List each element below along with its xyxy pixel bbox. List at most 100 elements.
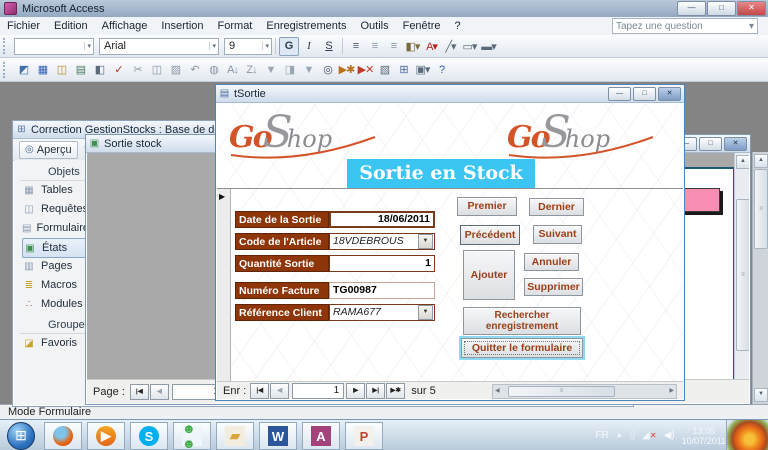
menu-fenetre[interactable]: Fenêtre — [396, 18, 448, 34]
scroll-thumb[interactable]: ≡ — [754, 169, 768, 249]
mdi-vertical-scrollbar[interactable]: ▲ ≡ ▼ — [752, 152, 768, 404]
apply-filter-icon[interactable]: ▼ — [299, 61, 318, 79]
form-close-button[interactable]: ✕ — [658, 87, 681, 101]
form-horizontal-scrollbar[interactable]: ◀ ≡ ▶ — [492, 384, 677, 399]
scroll-thumb[interactable]: ≡ — [736, 199, 749, 351]
new-object-icon[interactable]: ▣▾ — [413, 61, 432, 79]
menu-outils[interactable]: Outils — [353, 18, 395, 34]
skype-icon[interactable]: S — [130, 422, 168, 450]
sidebar-item-favoris[interactable]: ◪ Favoris — [22, 334, 92, 352]
minimize-button[interactable]: — — [677, 1, 706, 16]
prev-record-button[interactable]: ◀ — [270, 383, 289, 399]
line-color-icon[interactable]: ╱▾ — [441, 37, 460, 55]
align-left-icon[interactable]: ≡ — [346, 37, 365, 55]
sort-descending-icon[interactable]: Z↓ — [242, 61, 261, 79]
properties-icon[interactable]: ▧ — [375, 61, 394, 79]
print-preview-icon[interactable]: ◧ — [90, 61, 109, 79]
insert-hyperlink-icon[interactable]: ◍ — [204, 61, 223, 79]
report-close-button[interactable]: ✕ — [724, 137, 747, 151]
annuler-button[interactable]: Annuler — [524, 253, 579, 271]
menu-fichier[interactable]: Fichier — [0, 18, 47, 34]
report-vertical-scrollbar[interactable]: ▲ ≡ — [734, 153, 749, 379]
new-record-button[interactable]: ▶✱ — [386, 383, 405, 399]
menu-insertion[interactable]: Insertion — [154, 18, 210, 34]
delete-record-icon[interactable]: ▶✕ — [356, 61, 375, 79]
start-button[interactable]: ⊞ — [7, 422, 35, 450]
new-record-icon[interactable]: ▶✱ — [337, 61, 356, 79]
first-record-button[interactable]: |◀ — [250, 383, 269, 399]
border-width-icon[interactable]: ▭▾ — [460, 37, 479, 55]
sidebar-item-modules[interactable]: ∴ Modules — [22, 295, 92, 313]
field-input-numero-facture[interactable]: TG00987 — [329, 282, 435, 299]
form-minimize-button[interactable]: — — [608, 87, 631, 101]
scroll-left-icon[interactable]: ◀ — [495, 387, 500, 394]
form-window-titlebar[interactable]: ▤ tSortie — □ ✕ — [216, 85, 684, 103]
ajouter-button[interactable]: Ajouter — [463, 250, 515, 300]
menu-affichage[interactable]: Affichage — [95, 18, 155, 34]
supprimer-button[interactable]: Supprimer — [524, 278, 583, 296]
desktop-photo-thumbnail[interactable] — [726, 420, 768, 450]
sidebar-item-requetes[interactable]: ◫ Requêtes — [22, 200, 92, 218]
copy-icon[interactable]: ◫ — [147, 61, 166, 79]
undo-icon[interactable]: ↶ — [185, 61, 204, 79]
font-name-combo[interactable]: Arial ▾ — [99, 38, 219, 55]
toolbar-grip[interactable] — [3, 62, 10, 78]
combo-dropdown-icon[interactable]: ▼ — [418, 305, 433, 320]
italic-button[interactable]: I — [299, 37, 319, 56]
powerpoint-icon[interactable]: P — [345, 422, 383, 450]
suivant-button[interactable]: Suivant — [533, 225, 582, 244]
report-maximize-button[interactable]: □ — [699, 137, 722, 151]
menu-edition[interactable]: Edition — [47, 18, 95, 34]
next-record-button[interactable]: ▶ — [346, 383, 365, 399]
database-window-icon[interactable]: ⊞ — [394, 61, 413, 79]
sidebar-item-formulaires[interactable]: ▤ Formulaires — [22, 219, 92, 237]
close-button[interactable]: ✕ — [737, 1, 766, 16]
preview-button[interactable]: ◎ Aperçu — [19, 141, 78, 159]
bold-button[interactable]: G — [279, 37, 299, 56]
combo-dropdown-icon[interactable]: ▼ — [418, 234, 433, 249]
first-page-button[interactable]: |◀ — [130, 384, 149, 400]
sidebar-item-macros[interactable]: ≣ Macros — [22, 276, 92, 294]
field-input-date-sortie[interactable]: 18/06/2011 — [329, 211, 435, 228]
access-icon[interactable]: A — [302, 422, 340, 450]
scroll-up-icon[interactable]: ▲ — [736, 155, 749, 169]
clock[interactable]: 13:05 10/07/2011 — [682, 426, 726, 446]
battery-icon[interactable]: ▯ — [630, 430, 636, 441]
network-icon[interactable]: ◢✕ — [642, 430, 656, 441]
fill-color-icon[interactable]: ◧▾ — [403, 37, 422, 55]
toolbar-grip[interactable] — [3, 38, 10, 54]
filter-by-selection-icon[interactable]: ▼ — [261, 61, 280, 79]
precedent-button[interactable]: Précédent — [460, 225, 520, 245]
find-icon[interactable]: ◎ — [318, 61, 337, 79]
language-indicator[interactable]: FR — [595, 430, 608, 441]
field-input-quantite-sortie[interactable]: 1 — [329, 255, 435, 272]
scroll-right-icon[interactable]: ▶ — [669, 387, 674, 394]
object-selector-combo[interactable]: ▾ — [14, 38, 94, 55]
align-right-icon[interactable]: ≡ — [384, 37, 403, 55]
view-design-icon[interactable]: ◩ — [14, 61, 33, 79]
media-player-icon[interactable]: ▶ — [87, 422, 125, 450]
maximize-button[interactable]: □ — [707, 1, 736, 16]
menu-format[interactable]: Format — [211, 18, 260, 34]
align-center-icon[interactable]: ≡ — [365, 37, 384, 55]
font-color-icon[interactable]: A▾ — [422, 37, 441, 55]
field-input-reference-client[interactable]: RAMA677 ▼ — [329, 304, 435, 321]
prev-page-button[interactable]: ◀ — [150, 384, 169, 400]
sidebar-item-tables[interactable]: ▦ Tables — [22, 181, 92, 199]
spelling-icon[interactable]: ✓ — [109, 61, 128, 79]
file-search-icon[interactable]: ◫ — [52, 61, 71, 79]
field-input-code-article[interactable]: 18VDEBROUS ▼ — [329, 233, 435, 250]
volume-icon[interactable]: ◀) — [664, 430, 675, 441]
dernier-button[interactable]: Dernier — [529, 198, 584, 216]
last-record-button[interactable]: ▶| — [366, 383, 385, 399]
sort-ascending-icon[interactable]: A↓ — [223, 61, 242, 79]
ask-question-box[interactable]: Tapez une question ▾ — [612, 18, 758, 34]
scroll-down-icon[interactable]: ▼ — [754, 388, 768, 402]
record-number-box[interactable]: 1 — [292, 383, 344, 399]
messenger-icon[interactable]: ☻☻ — [173, 422, 211, 450]
sidebar-item-etats[interactable]: ▣ États — [22, 238, 94, 258]
word-icon[interactable]: W — [259, 422, 297, 450]
record-selector-strip[interactable]: ▶ — [217, 189, 231, 381]
firefox-icon[interactable] — [44, 422, 82, 450]
save-icon[interactable]: ▦ — [33, 61, 52, 79]
